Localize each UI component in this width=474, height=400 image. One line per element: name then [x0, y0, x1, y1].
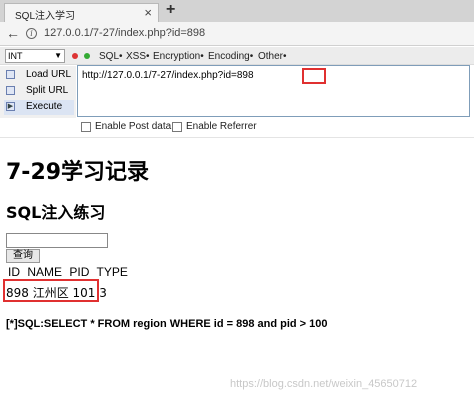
- result-highlight-box: [3, 279, 99, 302]
- red-dot-icon[interactable]: [72, 53, 78, 59]
- sql-statement: [*]SQL:SELECT * FROM region WHERE id = 8…: [6, 318, 328, 330]
- split-icon: [6, 86, 15, 95]
- page-title: 7-29学习记录: [6, 160, 150, 185]
- hackbar-actions: Load URL Split URL ▶ Execute: [0, 66, 76, 118]
- load-url-button[interactable]: Load URL: [4, 68, 74, 83]
- tab-strip: SQL注入学习 × +: [0, 0, 474, 22]
- tab-title: SQL注入学习: [15, 11, 76, 22]
- id-highlight-box: [302, 68, 326, 84]
- new-tab-icon[interactable]: +: [166, 1, 175, 19]
- hackbar-url-textarea[interactable]: http://127.0.0.1/7-27/index.php?id=898: [77, 65, 470, 117]
- load-icon: [6, 70, 15, 79]
- hackbar-url-text: http://127.0.0.1/7-27/index.php?id=898: [82, 70, 254, 81]
- load-url-label: Load URL: [26, 69, 72, 80]
- hackbar-toolbar: INT ▼ SQL• XSS• Encryption• Encoding• Ot…: [0, 47, 474, 65]
- execute-label: Execute: [26, 101, 63, 112]
- watermark: https://blog.csdn.net/weixin_45650712: [230, 378, 418, 390]
- column-name: NAME: [27, 265, 63, 279]
- split-url-label: Split URL: [26, 85, 69, 96]
- green-dot-icon[interactable]: [84, 53, 90, 59]
- query-button[interactable]: 查询: [6, 249, 40, 263]
- referrer-label: Enable Referrer: [186, 121, 257, 132]
- result-header: ID NAME PID TYPE: [8, 265, 132, 279]
- close-icon[interactable]: ×: [144, 5, 152, 20]
- execute-icon: ▶: [6, 102, 15, 111]
- encoding-select-value: INT: [8, 51, 23, 61]
- address-bar[interactable]: 127.0.0.1/7-27/index.php?id=898: [44, 27, 205, 39]
- hackbar-options: Enable Post data Enable Referrer: [77, 119, 470, 135]
- menu-encryption[interactable]: Encryption•: [153, 51, 204, 62]
- browser-tab[interactable]: SQL注入学习 ×: [4, 3, 159, 22]
- page-subtitle: SQL注入练习: [6, 203, 106, 222]
- chevron-down-icon: ▼: [54, 51, 62, 60]
- search-input[interactable]: [6, 233, 108, 248]
- column-type: TYPE: [96, 265, 128, 279]
- column-pid: PID: [69, 265, 90, 279]
- back-arrow-icon[interactable]: ←: [6, 25, 20, 41]
- info-icon[interactable]: i: [26, 28, 37, 39]
- menu-xss[interactable]: XSS•: [126, 51, 150, 62]
- column-id: ID: [8, 265, 20, 279]
- referrer-checkbox[interactable]: [172, 122, 182, 132]
- menu-other[interactable]: Other•: [258, 51, 287, 62]
- post-data-checkbox[interactable]: [81, 122, 91, 132]
- split-url-button[interactable]: Split URL: [4, 84, 74, 99]
- divider: [0, 137, 474, 138]
- navigation-bar: ← i 127.0.0.1/7-27/index.php?id=898: [0, 22, 474, 46]
- post-data-label: Enable Post data: [95, 121, 172, 132]
- menu-encoding[interactable]: Encoding•: [208, 51, 253, 62]
- menu-sql[interactable]: SQL•: [99, 51, 123, 62]
- encoding-select[interactable]: INT ▼: [5, 49, 65, 63]
- execute-button[interactable]: ▶ Execute: [4, 100, 74, 115]
